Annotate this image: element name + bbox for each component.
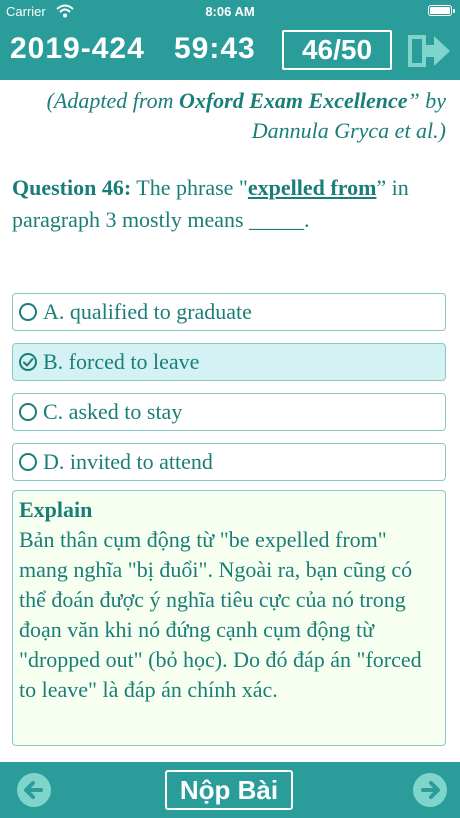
explanation-title: Explain [19,497,93,522]
highlighted-phrase: expelled from [247,175,377,200]
radio-circle-icon [19,403,37,421]
option-label: C. asked to stay [43,399,183,424]
option-b[interactable]: B. forced to leave [12,343,446,381]
question-number: Question 46: [12,175,132,200]
exit-arrow-icon[interactable] [406,31,452,71]
question-content: (Adapted from Oxford Exam Excellence” by… [0,80,460,762]
exam-header: 2019-424 59:43 46/50 [0,22,460,80]
option-label: B. forced to leave [43,349,200,374]
option-c[interactable]: C. asked to stay [12,393,446,431]
option-a[interactable]: A. qualified to graduate [12,293,446,331]
arrow-left-icon[interactable] [16,772,52,808]
bottom-toolbar: Nộp Bài [0,762,460,818]
source-book: Oxford Exam Excellence [178,88,408,113]
radio-circle-icon [19,303,37,321]
submit-button[interactable]: Nộp Bài [165,770,293,810]
radio-circle-icon [19,453,37,471]
countdown-timer: 59:43 [174,32,256,65]
battery-icon [428,5,455,16]
source-citation: (Adapted from Oxford Exam Excellence” by… [46,88,446,143]
explanation-body: Bản thân cụm động từ "be expelled from" … [19,527,422,702]
option-label: A. qualified to graduate [43,299,252,324]
exam-code: 2019-424 [10,32,145,65]
status-bar: Carrier 8:06 AM [0,0,460,22]
option-label: D. invited to attend [43,449,213,474]
status-time: 8:06 AM [205,4,255,19]
arrow-right-icon[interactable] [412,772,448,808]
question-text: Question 46: The phrase "expelled from” … [12,175,409,232]
check-circle-icon [19,353,37,371]
question-progress[interactable]: 46/50 [282,30,392,70]
option-d[interactable]: D. invited to attend [12,443,446,481]
explanation-box: Explain Bản thân cụm động từ "be expelle… [12,490,446,746]
